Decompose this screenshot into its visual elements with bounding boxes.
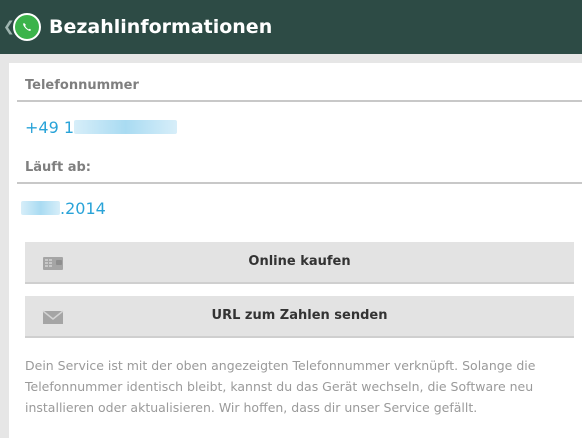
redacted-phone-digits (74, 120, 178, 134)
phone-section-header: Telefonnummer (25, 78, 139, 93)
up-navigation-button[interactable]: ❮ (0, 0, 41, 54)
buy-online-button[interactable]: Online kaufen (25, 242, 574, 284)
expiry-section-header: Läuft ab: (25, 160, 91, 175)
payment-info-card: Telefonnummer +49 1 Läuft ab: .2014 Onli… (9, 63, 582, 438)
action-bar: ❮ Bezahlinformationen (0, 0, 582, 54)
whatsapp-icon (13, 13, 41, 41)
service-info-text: Dein Service ist mit der oben angezeigte… (25, 358, 536, 415)
chevron-left-icon: ❮ (3, 19, 15, 35)
buy-online-label: Online kaufen (248, 254, 351, 269)
redacted-date-digits (21, 201, 60, 215)
section-divider (17, 182, 582, 184)
phone-number-value: +49 1 (25, 118, 178, 137)
expiry-date-suffix: .2014 (60, 199, 106, 218)
phone-number-prefix: +49 1 (25, 118, 75, 137)
section-divider (17, 100, 582, 102)
send-payment-url-label: URL zum Zahlen senden (211, 308, 388, 323)
send-payment-url-button[interactable]: URL zum Zahlen senden (25, 296, 574, 338)
page-title: Bezahlinformationen (49, 16, 273, 38)
expiry-date-value: .2014 (21, 199, 106, 218)
